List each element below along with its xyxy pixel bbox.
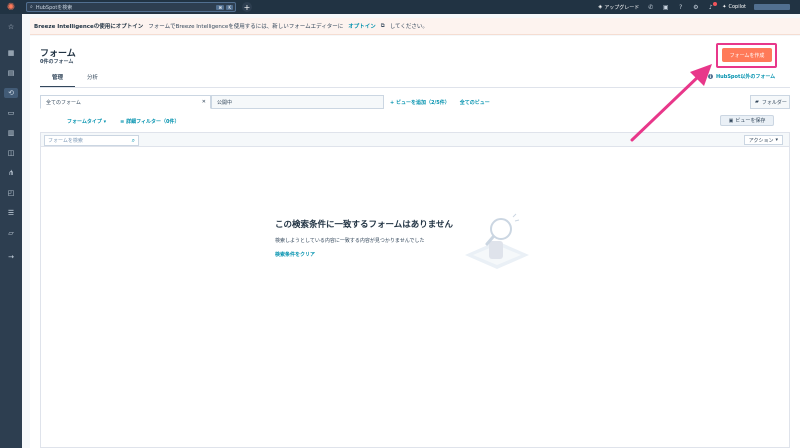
view-tab-all-forms-label: 全てのフォーム bbox=[46, 99, 81, 106]
top-right-tools: ◈ アップグレード ✆ ▣ ? ⚙ ♪ ✦ Copilot bbox=[598, 1, 800, 11]
empty-search-illustration-icon bbox=[465, 213, 529, 269]
top-navigation-bar: ✺ ⌕ HubSpotを検索 ⌘ K + ◈ アップグレード ✆ ▣ ? ⚙ ♪… bbox=[0, 0, 800, 14]
form-search-placeholder: フォームを検索 bbox=[48, 138, 83, 144]
search-icon: ⌕ bbox=[30, 4, 33, 10]
tab-manage[interactable]: 管理 bbox=[40, 70, 76, 88]
left-sidebar: ☆ ▦ ▤ ⟲ ▭ ▥ ◫ ⋔ ◰ ☰ ▱ → bbox=[0, 14, 22, 448]
add-view-button[interactable]: + ビューを追加（2/5件） bbox=[390, 99, 450, 106]
keyboard-shortcut: ⌘ K bbox=[216, 4, 233, 10]
account-menu[interactable] bbox=[754, 4, 790, 10]
tabs-divider bbox=[40, 87, 790, 88]
collapse-arrow-icon[interactable]: → bbox=[6, 252, 16, 262]
forms-table: フォームを検索 ⌕ アクション ▾ この検索条件に一致するフォームはありません … bbox=[40, 132, 790, 448]
banner-suffix: してください。 bbox=[389, 24, 428, 30]
content-icon[interactable]: ▭ bbox=[6, 108, 16, 118]
automation-icon[interactable]: ⋔ bbox=[6, 168, 16, 178]
create-form-button[interactable]: フォームを作成 bbox=[722, 48, 772, 62]
view-tab-published-label: 公開中 bbox=[217, 99, 233, 106]
views-row: 全てのフォーム ✕ 公開中 + ビューを追加（2/5件） 全てのビュー ▰ フォ… bbox=[40, 95, 790, 109]
settings-gear-icon[interactable]: ⚙ bbox=[692, 4, 699, 11]
actions-dropdown[interactable]: アクション ▾ bbox=[743, 135, 783, 145]
non-hubspot-forms-label: HubSpot以外のフォーム bbox=[716, 74, 776, 80]
notification-badge bbox=[713, 1, 718, 6]
form-search-input[interactable]: フォームを検索 ⌕ bbox=[44, 135, 139, 146]
phone-icon[interactable]: ✆ bbox=[647, 4, 654, 11]
save-icon: ▣ bbox=[728, 117, 734, 124]
hubspot-logo-icon[interactable]: ✺ bbox=[0, 0, 22, 14]
save-view-button[interactable]: ▣ ビューを保存 bbox=[720, 115, 774, 126]
search-icon: ⌕ bbox=[131, 136, 135, 144]
help-icon[interactable]: ? bbox=[677, 4, 684, 11]
save-view-label: ビューを保存 bbox=[735, 118, 766, 124]
view-actions: + ビューを追加（2/5件） 全てのビュー bbox=[390, 95, 490, 109]
copilot-icon: ✦ bbox=[722, 4, 727, 10]
optin-link[interactable]: オプトイン bbox=[348, 22, 376, 30]
global-search-placeholder: HubSpotを検索 bbox=[35, 4, 73, 11]
commerce-icon[interactable]: ▥ bbox=[6, 128, 16, 138]
form-count: 0件のフォーム bbox=[40, 59, 74, 65]
marketing-icon[interactable]: ⟲ bbox=[4, 88, 18, 98]
form-type-label: フォームタイプ bbox=[67, 119, 102, 125]
marketplace-icon[interactable]: ▣ bbox=[662, 4, 669, 11]
copilot-label: Copilot bbox=[728, 4, 746, 10]
table-toolbar: フォームを検索 ⌕ アクション ▾ bbox=[41, 133, 789, 147]
upgrade-button[interactable]: ◈ アップグレード bbox=[598, 4, 639, 11]
notifications-bell-icon[interactable]: ♪ bbox=[707, 1, 718, 11]
service-icon[interactable]: ◫ bbox=[6, 148, 16, 158]
actions-label: アクション bbox=[748, 137, 774, 144]
non-hubspot-forms-link[interactable]: i HubSpot以外のフォーム bbox=[708, 73, 775, 80]
external-link-icon: ⧉ bbox=[380, 22, 385, 29]
form-type-filter[interactable]: フォームタイプ ▾ bbox=[67, 118, 106, 125]
info-icon: i bbox=[708, 74, 713, 79]
breeze-optin-banner: Breeze Intelligenceの使用にオプトイン フォームでBreeze… bbox=[30, 18, 800, 35]
reporting-icon[interactable]: ◰ bbox=[6, 188, 16, 198]
dashboard-icon[interactable]: ▦ bbox=[6, 48, 16, 58]
library-folder-icon[interactable]: ▱ bbox=[6, 228, 16, 238]
folder-label: フォルダー bbox=[761, 99, 787, 106]
tab-analyze[interactable]: 分析 bbox=[75, 70, 110, 88]
bookmarks-icon[interactable]: ☆ bbox=[6, 22, 16, 32]
view-tab-published[interactable]: 公開中 bbox=[211, 95, 384, 109]
view-tab-all-forms[interactable]: 全てのフォーム ✕ bbox=[40, 95, 211, 109]
global-search-input[interactable]: ⌕ HubSpotを検索 ⌘ K bbox=[26, 2, 236, 12]
add-view-label: ビューを追加（2/5件） bbox=[395, 99, 450, 106]
all-views-link[interactable]: 全てのビュー bbox=[460, 99, 490, 106]
upgrade-label: アップグレード bbox=[604, 4, 640, 11]
chevron-down-icon: ▾ bbox=[103, 119, 107, 125]
contacts-icon[interactable]: ▤ bbox=[6, 68, 16, 78]
data-management-icon[interactable]: ☰ bbox=[6, 208, 16, 218]
filter-bar: フォームタイプ ▾ ≡ 詳細フィルター（0件） bbox=[67, 118, 179, 125]
kbd-k: K bbox=[226, 4, 233, 10]
folder-icon: ▰ bbox=[755, 99, 759, 105]
filter-icon: ≡ bbox=[120, 119, 125, 125]
chevron-down-icon: ▾ bbox=[775, 137, 778, 143]
empty-state-title: この検索条件に一致するフォームはありません bbox=[275, 220, 453, 230]
page-tabs: 管理 分析 bbox=[40, 70, 110, 88]
empty-state-description: 検索しようとしている内容に一致する内容が見つかりませんでした bbox=[275, 238, 425, 244]
advanced-filters-button[interactable]: ≡ 詳細フィルター（0件） bbox=[120, 118, 179, 125]
kbd-cmd: ⌘ bbox=[216, 4, 225, 10]
copilot-button[interactable]: ✦ Copilot bbox=[722, 4, 746, 10]
upgrade-icon: ◈ bbox=[598, 4, 603, 10]
advanced-filters-label: 詳細フィルター（0件） bbox=[126, 119, 180, 125]
banner-text: フォームでBreeze Intelligenceを使用するには、新しいフォームエ… bbox=[148, 24, 344, 30]
close-icon[interactable]: ✕ bbox=[202, 99, 206, 105]
clear-filters-link[interactable]: 検索条件をクリア bbox=[275, 251, 315, 258]
folder-button[interactable]: ▰ フォルダー bbox=[750, 95, 790, 109]
banner-title: Breeze Intelligenceの使用にオプトイン bbox=[34, 24, 144, 30]
main-content: フォーム 0件のフォーム フォームを作成 i HubSpot以外のフォーム 管理… bbox=[30, 36, 800, 448]
create-new-plus-button[interactable]: + bbox=[242, 2, 252, 12]
